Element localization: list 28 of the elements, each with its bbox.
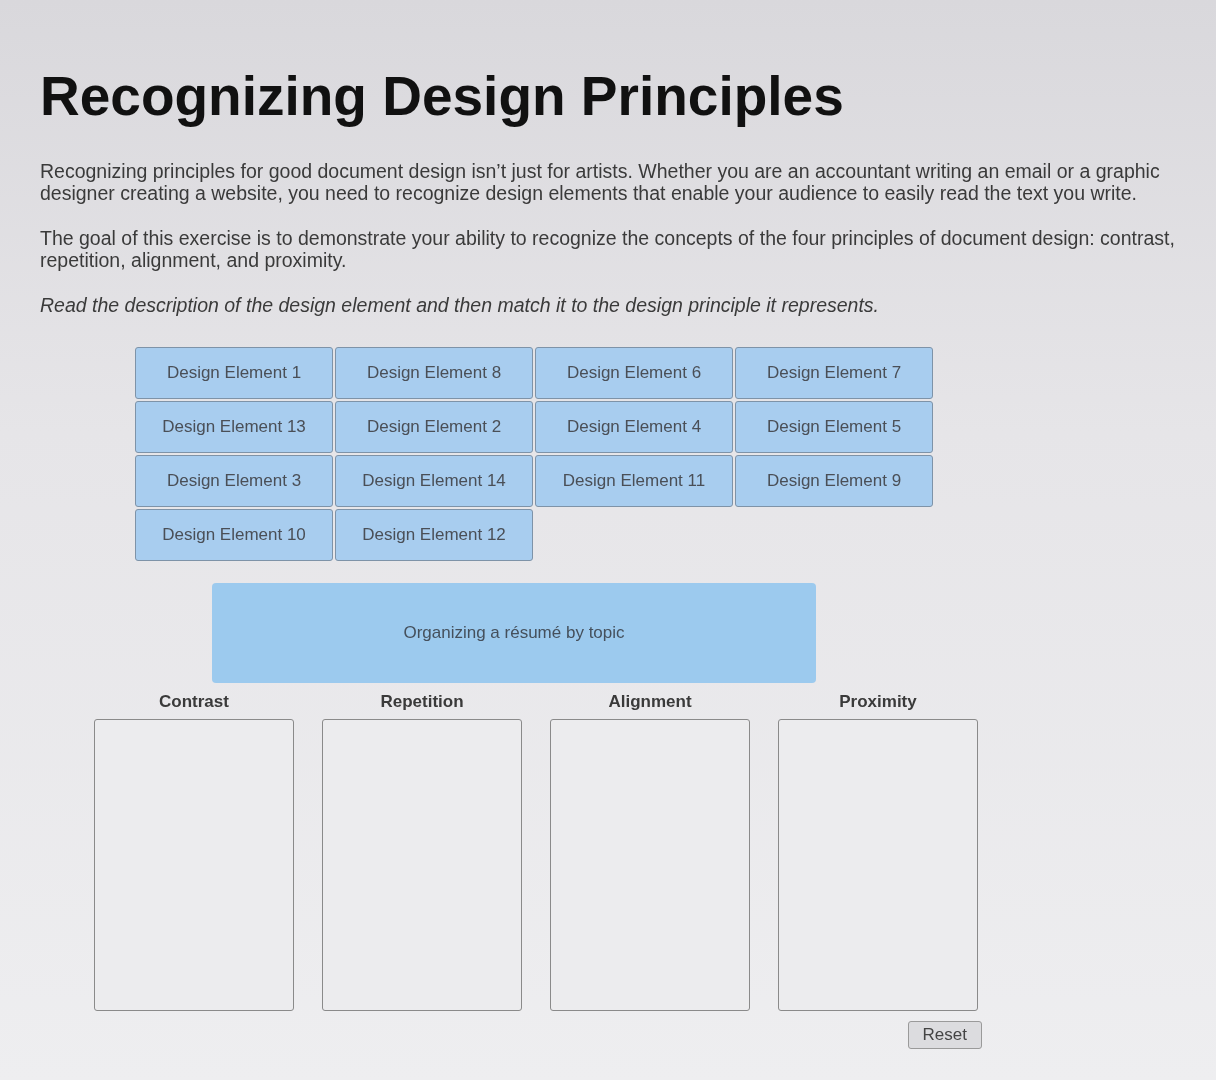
design-element-tile[interactable]: Design Element 9 xyxy=(735,455,933,507)
column-heading: Repetition xyxy=(380,691,464,713)
design-element-tile[interactable]: Design Element 3 xyxy=(135,455,333,507)
design-element-tile[interactable]: Design Element 8 xyxy=(335,347,533,399)
column-heading: Proximity xyxy=(839,691,917,713)
design-element-tile[interactable]: Design Element 13 xyxy=(135,401,333,453)
drop-zone[interactable] xyxy=(94,719,294,1011)
description-card[interactable]: Organizing a résumé by topic xyxy=(212,583,816,683)
column-heading: Alignment xyxy=(608,691,692,713)
design-element-tile[interactable]: Design Element 5 xyxy=(735,401,933,453)
design-element-tile[interactable]: Design Element 12 xyxy=(335,509,533,561)
design-element-tile[interactable]: Design Element 14 xyxy=(335,455,533,507)
column-heading: Contrast xyxy=(159,691,229,713)
design-element-tile[interactable]: Design Element 2 xyxy=(335,401,533,453)
drop-zone[interactable] xyxy=(322,719,522,1011)
design-element-tile[interactable]: Design Element 6 xyxy=(535,347,733,399)
design-element-tile[interactable]: Design Element 1 xyxy=(135,347,333,399)
reset-button[interactable]: Reset xyxy=(907,1021,982,1049)
design-element-tile[interactable]: Design Element 10 xyxy=(135,509,333,561)
page-title: Recognizing Design Principles xyxy=(40,64,844,128)
paragraph: Recognizing principles for good document design isn’t just for artists. Whether you are an accountant writing an email or a graphic designer creating a website, you need to recognize design elements that enable your audience to easily read the text you write. xyxy=(40,160,1161,204)
paragraph: The goal of this exercise is to demonstrate your ability to recognize the concepts of the four principles of document design: contrast, repetition, alignment, and proximity. xyxy=(40,227,1176,271)
drop-zone[interactable] xyxy=(778,719,978,1011)
paragraph: Read the description of the design element and then match it to the design principle it represents. xyxy=(40,294,880,316)
design-element-tile[interactable]: Design Element 11 xyxy=(535,455,733,507)
drop-zone[interactable] xyxy=(550,719,750,1011)
design-element-tile[interactable]: Design Element 4 xyxy=(535,401,733,453)
design-element-tile[interactable]: Design Element 7 xyxy=(735,347,933,399)
